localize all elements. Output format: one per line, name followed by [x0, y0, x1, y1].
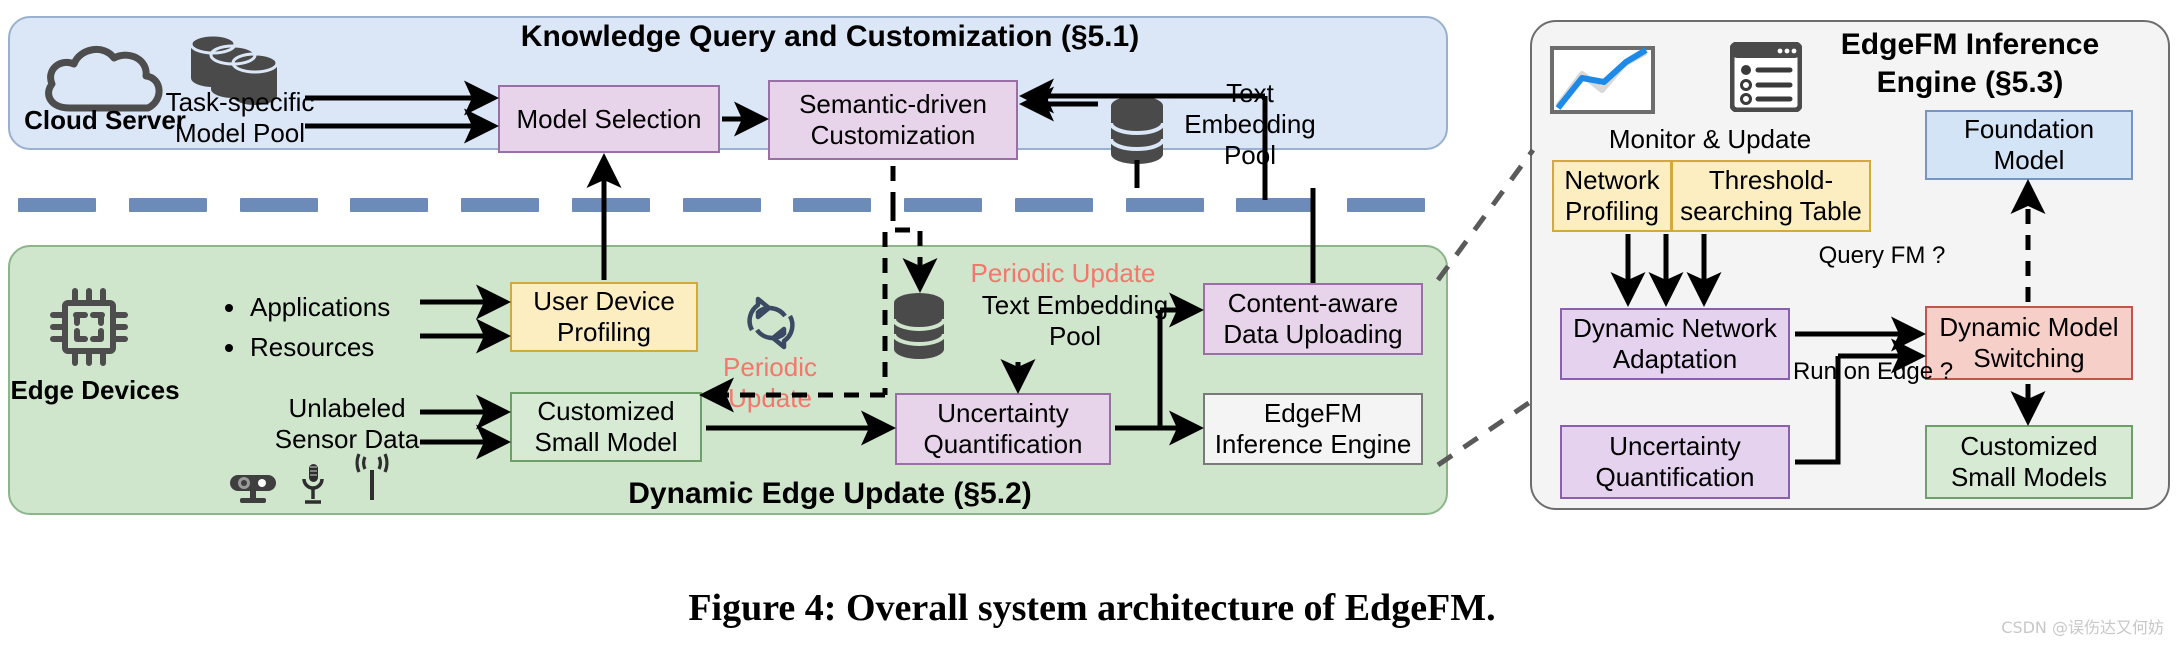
chip-icon [48, 285, 130, 374]
table-list-icon [1729, 41, 1803, 117]
dms-line2: Switching [1973, 343, 2085, 373]
network-dash [1236, 198, 1315, 212]
cell-threshold-searching-table[interactable]: Threshold- searching Table [1671, 160, 1871, 232]
network-dash [793, 198, 872, 212]
explode-leader-bottom [1436, 397, 1535, 468]
network-dash [239, 198, 318, 212]
periodic-badge-line1: Periodic [723, 352, 817, 382]
sensor-data-line1: Unlabeled [288, 393, 406, 423]
node-semantic-driven-customization[interactable]: Semantic-driven Customization [768, 80, 1018, 160]
network-dash [128, 198, 207, 212]
udp-line2: Profiling [557, 317, 651, 347]
cloud-tep-line3: Pool [1223, 140, 1277, 171]
semantic-line2: Customization [810, 120, 976, 150]
csms-line1: Customized [1960, 431, 2098, 462]
monitor-update-caption: Monitor & Update [1608, 124, 1812, 154]
fm-line2: Model [1993, 145, 2065, 175]
edge-panel-title: Dynamic Edge Update (§5.2) [628, 477, 1032, 510]
wireless-signal-icon [348, 452, 396, 511]
bullet-resources: Resources [248, 327, 462, 367]
cloud-tep-line2: Embedding [1184, 109, 1316, 140]
tst-line1: Threshold- [1708, 165, 1834, 196]
periodic-badge-line2: Update [728, 383, 812, 414]
edge-input-bullets: Applications Resources [222, 287, 462, 368]
line-chart-icon [1550, 46, 1655, 119]
node-uncertainty-quantification-engine[interactable]: Uncertainty Quantification [1560, 425, 1790, 499]
network-dash [904, 198, 983, 212]
dna-line1: Dynamic Network [1573, 313, 1777, 344]
cadu-line1: Content-aware [1227, 288, 1399, 319]
edge-devices-label: Edge Devices [10, 375, 180, 405]
np-line1: Network [1564, 165, 1660, 196]
figure-canvas: Knowledge Query and Customization (§5.1)… [0, 0, 2184, 651]
node-user-device-profiling[interactable]: User Device Profiling [510, 282, 698, 352]
query-fm-label: Query FM ? [1818, 242, 1946, 269]
uq-line2: Quantification [923, 429, 1083, 459]
unlabeled-sensor-data-label: Unlabeled Sensor Data [222, 393, 472, 455]
camera-icon [228, 472, 282, 511]
node-customized-small-model[interactable]: Customized Small Model [510, 392, 702, 462]
periodic-update-badge-label: Periodic Update [700, 352, 840, 414]
np-line2: Profiling [1565, 196, 1659, 226]
periodic-update-top-label: Periodic Update [970, 258, 1156, 288]
figure-caption: Figure 4: Overall system architecture of… [688, 587, 1496, 629]
network-dash [18, 198, 96, 212]
udp-line1: User Device [533, 286, 675, 317]
uq-line1: Uncertainty [937, 398, 1069, 429]
model-pool-line2: Model Pool [174, 118, 306, 149]
database-icon-edge [888, 292, 950, 367]
edge-text-embedding-pool-label: Text Embedding Pool [950, 290, 1200, 352]
explode-leader-top [1435, 148, 1536, 282]
refresh-cycle-icon [738, 292, 804, 359]
sensor-data-line2: Sensor Data [274, 424, 420, 455]
node-dynamic-network-adaptation[interactable]: Dynamic Network Adaptation [1560, 308, 1790, 380]
cloud-panel-title: Knowledge Query and Customization (§5.1) [520, 20, 1140, 53]
tst-line2: searching Table [1680, 196, 1862, 226]
network-dash [1347, 198, 1426, 212]
node-foundation-model[interactable]: Foundation Model [1925, 110, 2133, 180]
fm-line1: Foundation [1963, 114, 2095, 145]
node-uncertainty-quantification[interactable]: Uncertainty Quantification [895, 393, 1111, 465]
eie-line1: EdgeFM [1263, 398, 1363, 429]
network-dash [682, 198, 761, 212]
engine-title-line1: EdgeFM Inference [1840, 28, 2100, 61]
node-customized-small-models[interactable]: Customized Small Models [1925, 425, 2133, 499]
uqe-line1: Uncertainty [1609, 431, 1741, 462]
engine-panel-title: EdgeFM Inference Engine (§5.3) [1790, 26, 2150, 101]
node-content-aware-data-uploading[interactable]: Content-aware Data Uploading [1203, 283, 1423, 355]
cell-network-profiling[interactable]: Network Profiling [1552, 160, 1672, 232]
csm-line2: Small Model [534, 427, 678, 457]
edge-tep-line2: Pool [1048, 321, 1102, 352]
network-dash [571, 198, 650, 212]
node-model-selection-label: Model Selection [516, 103, 702, 134]
network-dash [350, 198, 429, 212]
dms-line1: Dynamic Model [1939, 312, 2119, 343]
network-dash [1125, 198, 1204, 212]
csm-line1: Customized [537, 396, 675, 427]
node-model-selection[interactable]: Model Selection [498, 85, 720, 153]
microphone-icon [300, 462, 326, 513]
network-dash [1014, 198, 1093, 212]
csms-line2: Small Models [1950, 462, 2108, 492]
task-specific-model-pool-label: Task-specific Model Pool [160, 87, 320, 149]
model-pool-line1: Task-specific [165, 87, 315, 117]
cloud-tep-line1: Text [1226, 78, 1274, 108]
semantic-line1: Semantic-driven [799, 89, 987, 120]
network-link-dashes [10, 198, 1450, 212]
network-dash [461, 198, 540, 212]
eie-line2: Inference Engine [1214, 429, 1412, 459]
uqe-line2: Quantification [1595, 462, 1755, 492]
database-icon [1105, 95, 1169, 172]
cloud-text-embedding-pool-label: Text Embedding Pool [1175, 78, 1325, 172]
node-edgefm-inference-engine[interactable]: EdgeFM Inference Engine [1203, 393, 1423, 465]
cadu-line2: Data Uploading [1223, 319, 1403, 349]
watermark: CSDN @误伤达又何妨 [2001, 618, 2164, 637]
dna-line2: Adaptation [1612, 344, 1738, 374]
engine-title-line2: Engine (§5.3) [1876, 65, 2064, 99]
bullet-applications: Applications [248, 287, 462, 327]
run-on-edge-label: Run on Edge ? [1792, 358, 1954, 385]
edge-tep-line1: Text Embedding [981, 290, 1169, 320]
